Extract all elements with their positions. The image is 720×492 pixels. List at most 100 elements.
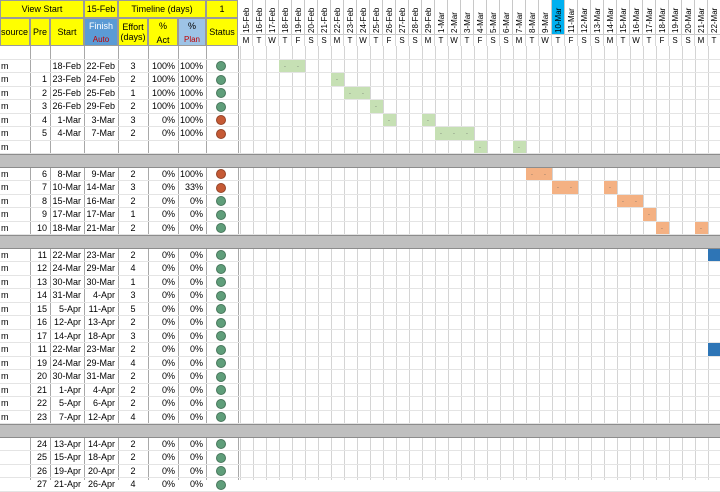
column-header-pre[interactable]: Pre bbox=[30, 18, 50, 46]
cell-finish[interactable]: 25-Feb bbox=[84, 87, 118, 100]
timeline-date-cell[interactable]: 11-Mar bbox=[565, 0, 578, 34]
gantt-bar[interactable]: . bbox=[383, 113, 396, 127]
cell-act[interactable]: 100% bbox=[148, 73, 178, 86]
cell-start[interactable]: 21-Apr bbox=[50, 478, 84, 491]
table-row[interactable]: m 19 24-Mar 29-Mar 4 0% 0% bbox=[0, 357, 720, 370]
table-row[interactable]: m 2 25-Feb 25-Feb 1 100% 100%.. bbox=[0, 86, 720, 100]
cell-act[interactable]: 0% bbox=[148, 303, 178, 316]
table-row[interactable]: 24 13-Apr 14-Apr 2 0% 0% bbox=[0, 438, 720, 451]
cell-pre[interactable]: 5 bbox=[30, 127, 50, 140]
timeline-date-cell[interactable]: 18-Feb bbox=[279, 0, 292, 34]
cell-plan[interactable]: 0% bbox=[178, 249, 206, 262]
table-row[interactable]: m 9 17-Mar 17-Mar 1 0% 0%. bbox=[0, 208, 720, 222]
cell-effort[interactable]: 2 bbox=[118, 397, 148, 410]
cell-resource[interactable]: m bbox=[0, 87, 30, 100]
cell-start[interactable] bbox=[50, 141, 84, 154]
gantt-bar[interactable]: . bbox=[656, 221, 669, 235]
cell-resource[interactable]: m bbox=[0, 384, 30, 397]
cell-resource[interactable]: m bbox=[0, 249, 30, 262]
cell-resource[interactable]: m bbox=[0, 316, 30, 329]
cell-effort[interactable]: 2 bbox=[118, 222, 148, 235]
timeline-date-cell[interactable]: 19-Mar bbox=[669, 0, 682, 34]
cell-start[interactable]: 4-Mar bbox=[50, 127, 84, 140]
cell-start[interactable]: 25-Feb bbox=[50, 87, 84, 100]
cell-start[interactable]: 15-Mar bbox=[50, 195, 84, 208]
cell-start[interactable]: 14-Apr bbox=[50, 330, 84, 343]
timeline-date-cell[interactable]: 20-Feb bbox=[305, 0, 318, 34]
cell-effort[interactable]: 2 bbox=[118, 195, 148, 208]
cell-pre[interactable]: 7 bbox=[30, 181, 50, 194]
cell-act[interactable]: 0% bbox=[148, 114, 178, 127]
timeline-date-cell[interactable]: 26-Feb bbox=[383, 0, 396, 34]
cell-pre[interactable]: 17 bbox=[30, 330, 50, 343]
cell-effort[interactable]: 4 bbox=[118, 357, 148, 370]
cell-finish[interactable]: 14-Mar bbox=[84, 181, 118, 194]
timeline-date-cell[interactable]: 10-Mar bbox=[552, 0, 565, 34]
cell-start[interactable]: 30-Mar bbox=[50, 276, 84, 289]
cell-act[interactable]: 0% bbox=[148, 276, 178, 289]
cell-start[interactable]: 8-Mar bbox=[50, 168, 84, 181]
cell-plan[interactable]: 0% bbox=[178, 478, 206, 491]
cell-pre[interactable]: 13 bbox=[30, 276, 50, 289]
table-row[interactable]: 26 19-Apr 20-Apr 2 0% 0% bbox=[0, 465, 720, 478]
cell-plan[interactable]: 0% bbox=[178, 262, 206, 275]
table-row[interactable]: 27 21-Apr 26-Apr 4 0% 0% bbox=[0, 478, 720, 492]
cell-pre[interactable]: 22 bbox=[30, 397, 50, 410]
cell-start[interactable]: 22-Mar bbox=[50, 343, 84, 356]
cell-resource[interactable]: m bbox=[0, 357, 30, 370]
cell-start[interactable]: 18-Mar bbox=[50, 222, 84, 235]
gantt-bar[interactable]: .. bbox=[279, 59, 305, 73]
table-row[interactable]: m 5 4-Mar 7-Mar 2 0% 100%... bbox=[0, 127, 720, 141]
cell-act[interactable]: 0% bbox=[148, 289, 178, 302]
cell-act[interactable]: 0% bbox=[148, 397, 178, 410]
cell-finish[interactable]: 6-Apr bbox=[84, 397, 118, 410]
cell-pre[interactable]: 21 bbox=[30, 384, 50, 397]
cell-pre[interactable]: 19 bbox=[30, 357, 50, 370]
gantt-bar[interactable] bbox=[708, 248, 720, 262]
cell-plan[interactable]: 100% bbox=[178, 73, 206, 86]
cell-effort[interactable]: 2 bbox=[118, 370, 148, 383]
cell-pre[interactable]: 26 bbox=[30, 465, 50, 478]
timeline-date-cell[interactable]: 1-Mar bbox=[435, 0, 448, 34]
cell-act[interactable]: 0% bbox=[148, 195, 178, 208]
cell-act[interactable]: 100% bbox=[148, 60, 178, 73]
timeline-date-cell[interactable]: 17-Mar bbox=[643, 0, 656, 34]
cell-finish[interactable]: 21-Mar bbox=[84, 222, 118, 235]
cell-plan[interactable]: 33% bbox=[178, 181, 206, 194]
cell-effort[interactable]: 2 bbox=[118, 249, 148, 262]
cell-finish[interactable] bbox=[84, 141, 118, 154]
cell-finish[interactable]: 29-Mar bbox=[84, 357, 118, 370]
cell-plan[interactable]: 0% bbox=[178, 222, 206, 235]
column-header-resource[interactable]: esource bbox=[0, 18, 30, 46]
cell-start[interactable]: 30-Mar bbox=[50, 370, 84, 383]
timeline-date-cell[interactable]: 5-Mar bbox=[487, 0, 500, 34]
cell-plan[interactable]: 0% bbox=[178, 411, 206, 424]
cell-resource[interactable]: m bbox=[0, 262, 30, 275]
cell-plan[interactable]: 0% bbox=[178, 438, 206, 451]
cell-act[interactable]: 0% bbox=[148, 330, 178, 343]
cell-finish[interactable]: 14-Apr bbox=[84, 438, 118, 451]
cell-effort[interactable]: 2 bbox=[118, 343, 148, 356]
column-header-pct-plan[interactable]: % Plan bbox=[178, 18, 206, 46]
cell-act[interactable]: 0% bbox=[148, 249, 178, 262]
cell-resource[interactable]: m bbox=[0, 330, 30, 343]
cell-plan[interactable]: 0% bbox=[178, 330, 206, 343]
cell-finish[interactable]: 23-Mar bbox=[84, 343, 118, 356]
timeline-days-input[interactable]: 1 bbox=[206, 0, 238, 18]
column-header-status[interactable]: Status bbox=[206, 18, 238, 46]
cell-resource[interactable] bbox=[0, 478, 30, 491]
gantt-bar[interactable]: . bbox=[643, 208, 656, 221]
table-row[interactable]: m 17 14-Apr 18-Apr 3 0% 0% bbox=[0, 330, 720, 343]
cell-start[interactable]: 1-Mar bbox=[50, 114, 84, 127]
cell-act[interactable]: 0% bbox=[148, 465, 178, 478]
cell-pre[interactable]: 10 bbox=[30, 222, 50, 235]
timeline-date-cell[interactable]: 19-Feb bbox=[292, 0, 305, 34]
timeline-date-cell[interactable]: 4-Mar bbox=[474, 0, 487, 34]
cell-resource[interactable]: m bbox=[0, 303, 30, 316]
cell-act[interactable]: 0% bbox=[148, 181, 178, 194]
timeline-date-cell[interactable]: 14-Mar bbox=[604, 0, 617, 34]
cell-start[interactable]: 23-Feb bbox=[50, 73, 84, 86]
view-start-input[interactable]: 15-Feb bbox=[84, 0, 118, 18]
gantt-bar[interactable] bbox=[708, 343, 720, 356]
cell-effort[interactable]: 2 bbox=[118, 465, 148, 478]
